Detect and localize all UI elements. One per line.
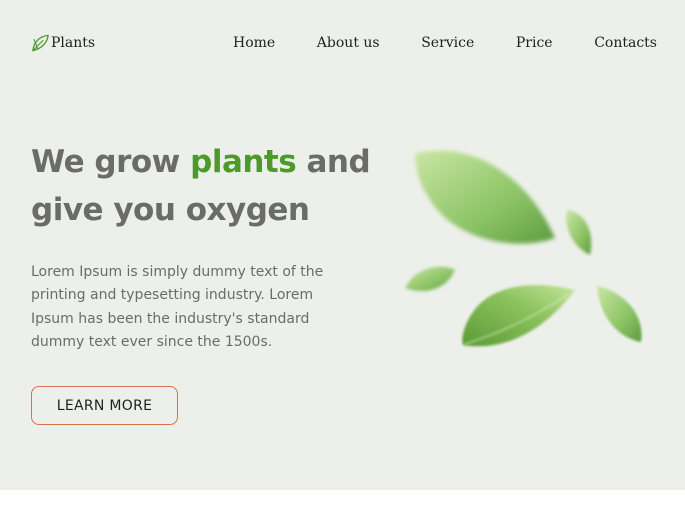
hero-section: Plants Home About us Service Price Conta… [0,0,685,490]
nav-service[interactable]: Service [421,35,474,51]
headline-text-start: We grow [31,144,191,180]
leaf-small-right [566,210,592,255]
learn-more-button[interactable]: LEARN MORE [31,386,178,425]
hero-headline: We grow plants and give you oxygen [31,138,391,234]
leaf-middle [462,284,575,347]
nav-contacts[interactable]: Contacts [594,35,657,51]
leaf-icon [32,34,49,52]
logo[interactable]: Plants [31,33,95,53]
nav-price[interactable]: Price [516,35,553,51]
nav-home[interactable]: Home [233,35,275,51]
hero-description: Lorem Ipsum is simply dummy text of the … [31,264,324,350]
floating-leaves-illustration [405,150,642,347]
leaf-small-left [405,266,455,292]
nav-about-us[interactable]: About us [317,35,380,51]
leaf-right [597,286,642,342]
leaf-large [415,150,555,244]
main-nav: Home About us Service Price Contacts [233,35,657,51]
headline-accent: plants [190,144,297,180]
logo-text: Plants [51,35,96,51]
